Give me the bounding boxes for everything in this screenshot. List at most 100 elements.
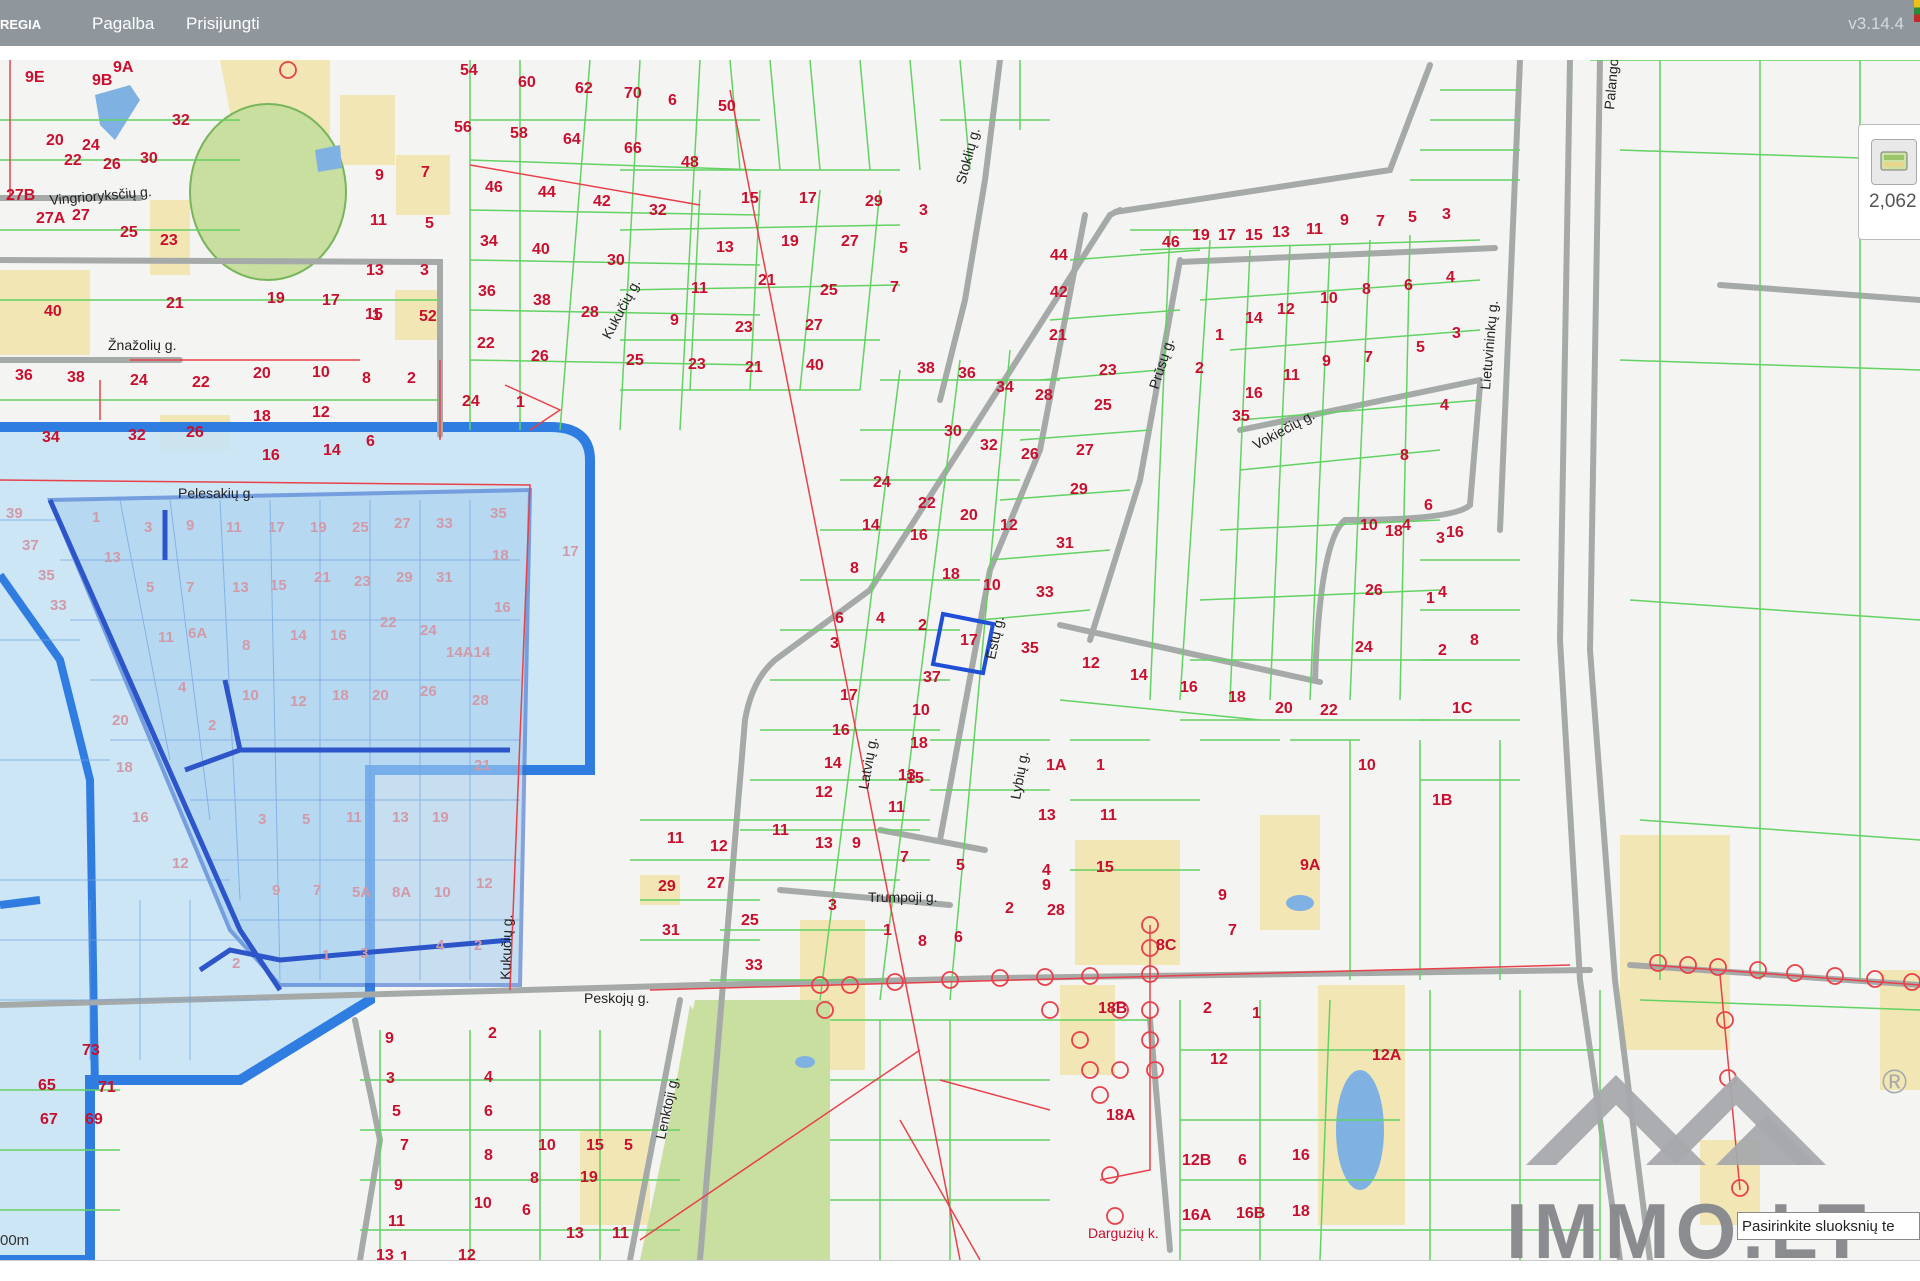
parcel-label: 46 — [1162, 234, 1180, 251]
street-label: Žnažolių g. — [108, 337, 176, 353]
zone-label: 13 — [392, 809, 409, 826]
parcel-label: 27 — [707, 875, 725, 892]
parcel-label: 1 — [1252, 1005, 1261, 1022]
parcel-label: 7 — [400, 1137, 409, 1154]
parcel-label: 27 — [1076, 442, 1094, 459]
zone-label: 37 — [22, 537, 39, 554]
zone-label: 14 — [290, 627, 307, 644]
zone-label: 17 — [268, 519, 285, 536]
zone-label: 19 — [432, 809, 449, 826]
zone-label: 10 — [434, 884, 451, 901]
parcel-label: 19 — [1192, 227, 1210, 244]
parcel-label: 48 — [681, 154, 699, 171]
parcel-label: 12 — [312, 404, 330, 421]
parcel-label: 18B — [1098, 1000, 1127, 1017]
parcel-label: 8 — [1400, 447, 1409, 464]
parcel-label: 42 — [1050, 284, 1068, 301]
parcel-label: 28 — [581, 304, 599, 321]
zone-label: 20 — [112, 712, 129, 729]
parcel-label: 21 — [1049, 327, 1067, 344]
parcel-label: 24 — [873, 474, 891, 491]
layer-widget[interactable]: 2,062 — [1858, 124, 1920, 240]
layers-icon[interactable] — [1871, 139, 1917, 185]
parcel-label: 18 — [1292, 1203, 1310, 1220]
help-link[interactable]: Pagalba — [92, 14, 154, 34]
zone-label: 4 — [178, 679, 187, 696]
parcel-label: 15 — [741, 190, 759, 207]
parcel-label: 25 — [1094, 397, 1112, 414]
zone-label: 16 — [132, 809, 149, 826]
parcel-label: 13 — [566, 1225, 584, 1242]
parcel-label: 2 — [1005, 900, 1014, 917]
zone-label: 3 — [258, 811, 266, 828]
parcel-label: 7 — [1228, 922, 1237, 939]
parcel-label: 14 — [1130, 667, 1148, 684]
parcel-label: 19 — [781, 233, 799, 250]
zone-label: 15 — [270, 577, 287, 594]
zone-label: 18 — [332, 687, 349, 704]
parcel-label: 35 — [1021, 640, 1039, 657]
parcel-label: 26 — [1021, 446, 1039, 463]
parcel-label: 12 — [1210, 1051, 1228, 1068]
parcel-label: 38 — [917, 360, 935, 377]
parcel-label: 8 — [530, 1170, 539, 1187]
app-brand: REGIA — [0, 17, 42, 32]
parcel-label: 3 — [830, 635, 839, 652]
zone-label: 26 — [420, 683, 437, 700]
parcel-label: 2 — [1438, 642, 1447, 659]
zone-label: 25 — [352, 519, 369, 536]
parcel-label: 8 — [850, 560, 859, 577]
parcel-label: 34 — [480, 233, 498, 250]
parcel-label: 8 — [1470, 632, 1479, 649]
scale-bar-label: 00m — [0, 1232, 30, 1249]
parcel-label: 21 — [166, 295, 184, 312]
zone-label: 19 — [310, 519, 327, 536]
parcel-label: 17 — [1218, 227, 1236, 244]
parcel-label: 1 — [1096, 757, 1105, 774]
parcel-label: 11 — [612, 1225, 629, 1242]
parcel-label: 18 — [942, 566, 960, 583]
parcel-label: 6 — [835, 610, 844, 627]
parcel-label: 11 — [772, 822, 789, 839]
zone-label: 11 — [346, 809, 362, 826]
scale-value: 2,062 — [1869, 191, 1917, 212]
parcel-label: 1 — [883, 922, 892, 939]
parcel-label: 9 — [1340, 212, 1349, 229]
parcel-label: 1 — [372, 307, 381, 324]
parcel-label: 30 — [607, 252, 625, 269]
parcel-label: 18A — [1106, 1107, 1136, 1124]
parcel-label: 17 — [799, 190, 817, 207]
parcel-label: 17 — [840, 687, 858, 704]
zone-label: 39 — [6, 505, 23, 522]
zone-label: 7 — [186, 579, 194, 596]
parcel-label: 9B — [92, 72, 112, 89]
parcel-label: 18 — [1385, 523, 1403, 540]
parcel-label: 33 — [1036, 584, 1054, 601]
zone-label: 5 — [302, 811, 310, 828]
parcel-label: 1A — [1046, 757, 1067, 774]
parcel-label: 50 — [718, 98, 736, 115]
parcel-label: 2 — [1195, 360, 1204, 377]
language-flag-icon[interactable] — [1914, 0, 1920, 22]
parcel-label: 38 — [67, 369, 85, 386]
parcel-label: 13 — [376, 1247, 394, 1260]
parcel-label: 6 — [954, 929, 963, 946]
parcel-label: 14 — [824, 755, 842, 772]
parcel-label: 38 — [533, 292, 551, 309]
login-link[interactable]: Prisijungti — [186, 14, 260, 34]
zone-label: 18 — [116, 759, 133, 776]
parcel-label: 23 — [688, 356, 706, 373]
parcel-label: 23 — [735, 319, 753, 336]
zone-label: 35 — [38, 567, 55, 584]
zone-label: 18 — [492, 547, 509, 564]
parcel-label: 12B — [1182, 1152, 1211, 1169]
parcel-label: 13 — [366, 262, 384, 279]
parcel-label: 44 — [1050, 247, 1068, 264]
parcel-label: 33 — [745, 957, 763, 974]
parcel-label: 22 — [192, 374, 210, 391]
parcel-label: 36 — [958, 365, 976, 382]
parcel-label: 36 — [478, 283, 496, 300]
parcel-label: 3 — [919, 202, 928, 219]
zone-label: 21 — [474, 757, 491, 774]
parcel-label: 7 — [421, 164, 430, 181]
